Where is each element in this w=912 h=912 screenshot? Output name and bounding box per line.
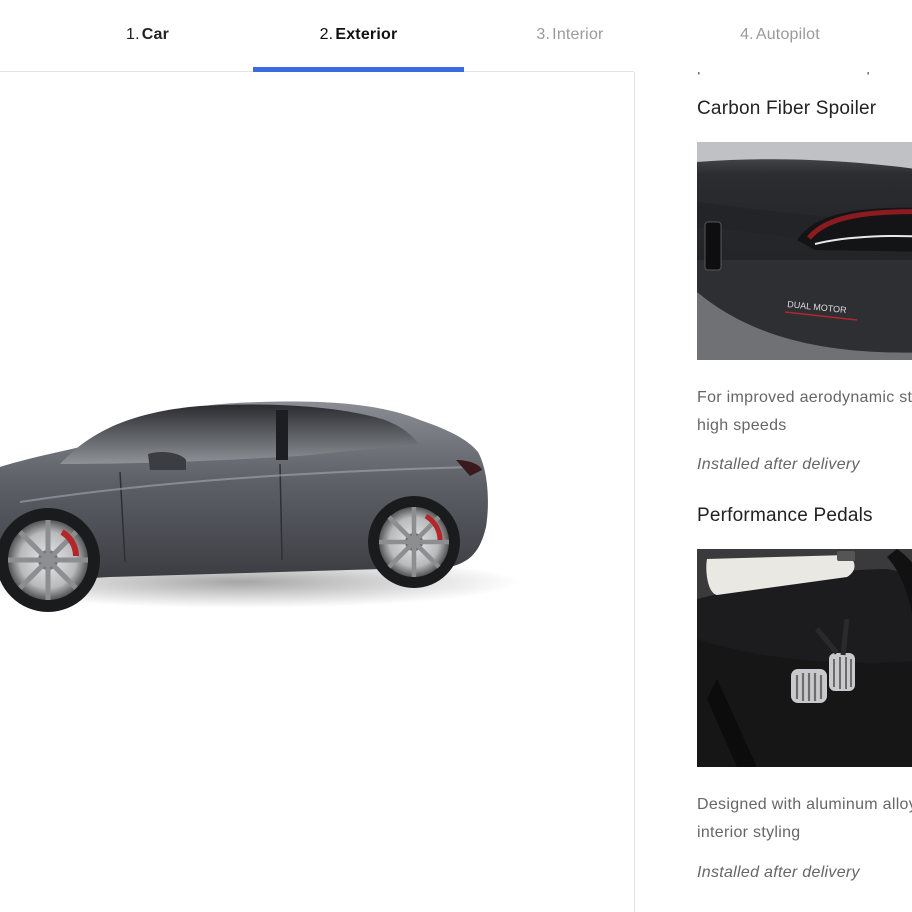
pedals-image <box>697 549 912 767</box>
step-navigation: 1. Car 2. Exterior 3. Interior 4. Autopilot <box>0 0 912 72</box>
tab-label: Exterior <box>335 26 398 43</box>
spoiler-image: DUAL MOTOR <box>697 142 912 360</box>
description-line: high speeds <box>697 417 787 434</box>
option-title-performance-pedals: Performance Pedals <box>697 505 873 526</box>
tab-number: 2. <box>319 26 334 43</box>
install-note: Installed after delivery <box>697 864 860 881</box>
tab-number: 3. <box>536 26 551 43</box>
options-panel[interactable]: performance brake calipers Carbon Fiber … <box>635 0 912 912</box>
install-note: Installed after delivery <box>697 456 860 473</box>
tab-number: 1. <box>125 26 140 43</box>
car-image <box>0 401 520 612</box>
option-image-spoiler: DUAL MOTOR <box>697 142 912 360</box>
option-description: Designed with aluminum alloy for a sport… <box>697 791 912 847</box>
tab-autopilot[interactable]: 4. Autopilot <box>690 0 870 72</box>
description-line: Designed with aluminum alloy for a sport… <box>697 796 912 813</box>
tab-car[interactable]: 1. Car <box>60 0 235 72</box>
car-preview <box>0 72 634 912</box>
description-line: For improved aerodynamic stability at <box>697 389 912 406</box>
tab-exterior[interactable]: 2. Exterior <box>253 0 464 72</box>
active-tab-indicator <box>253 67 464 72</box>
option-title-carbon-fiber-spoiler: Carbon Fiber Spoiler <box>697 98 877 119</box>
option-description: For improved aerodynamic stability at hi… <box>697 384 912 440</box>
tab-number: 4. <box>740 26 754 43</box>
option-image-pedals <box>697 549 912 767</box>
tab-label: Autopilot <box>755 26 820 43</box>
tab-label: Interior <box>552 26 604 43</box>
tab-label: Car <box>141 26 170 43</box>
description-line: interior styling <box>697 824 801 841</box>
tab-interior[interactable]: 3. Interior <box>480 0 660 72</box>
